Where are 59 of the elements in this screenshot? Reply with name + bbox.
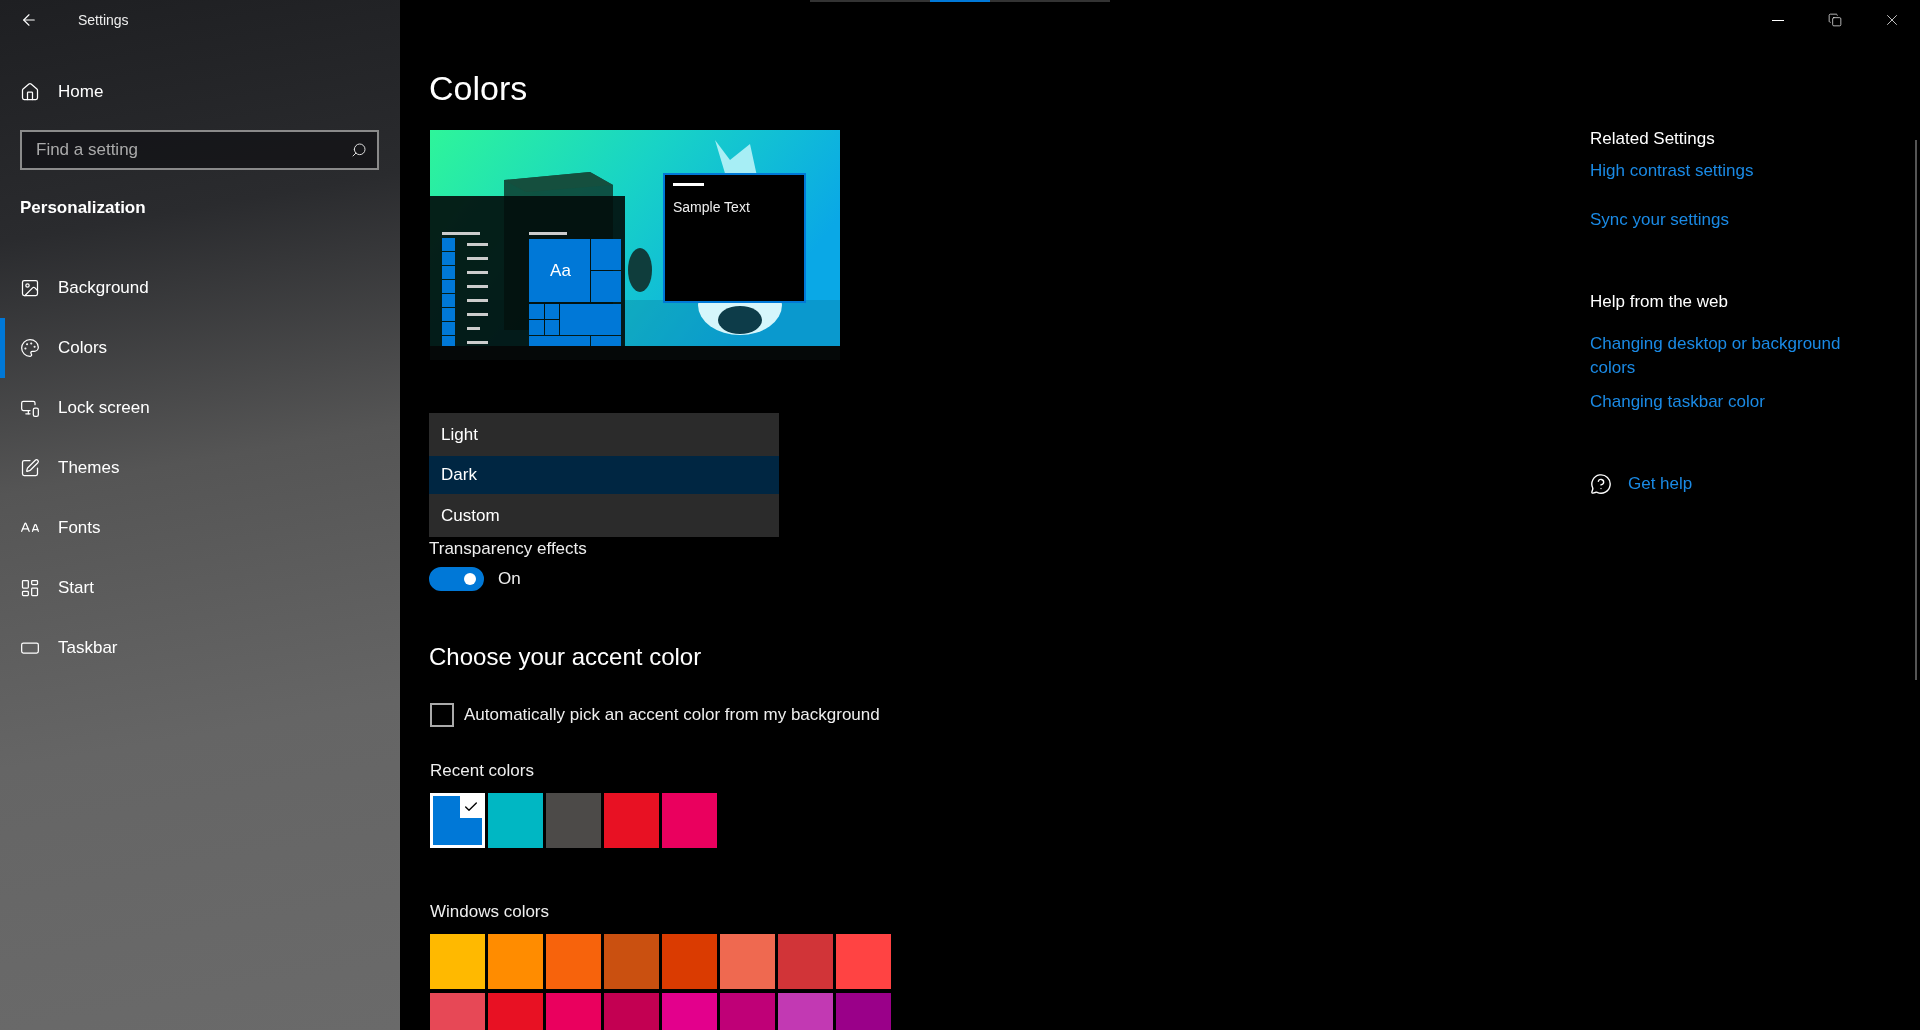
- color-swatch[interactable]: [546, 934, 601, 989]
- home-nav-item[interactable]: Home: [20, 82, 104, 102]
- color-swatch[interactable]: [836, 934, 891, 989]
- chat-bubble-icon: [1590, 473, 1612, 495]
- toggle-switch[interactable]: [429, 567, 484, 591]
- aside-heading: Related Settings: [1590, 129, 1715, 149]
- nav-item[interactable]: Fonts: [0, 498, 400, 558]
- section-title: Personalization: [20, 198, 147, 218]
- nav-item[interactable]: Background: [0, 258, 400, 318]
- settings-link[interactable]: Sync your settings: [1590, 208, 1729, 232]
- color-swatch[interactable]: [488, 934, 543, 989]
- menu-option[interactable]: Dark: [429, 456, 779, 494]
- minimize-icon: [1771, 19, 1784, 21]
- get-help-link[interactable]: Get help: [1628, 472, 1693, 496]
- color-swatch[interactable]: [488, 793, 543, 848]
- monitor-icon: [20, 398, 40, 418]
- help-link[interactable]: Changing desktop or background colors: [1590, 332, 1860, 380]
- swatch-group-label: Recent colors: [430, 761, 534, 781]
- checkbox[interactable]: [430, 703, 454, 727]
- title-line-icon: [673, 183, 704, 186]
- restore-icon: [1827, 13, 1842, 27]
- menu-option[interactable]: Light: [429, 413, 779, 456]
- sample-text: Sample Text: [673, 199, 750, 215]
- nav-item[interactable]: Start: [0, 558, 400, 618]
- back-button[interactable]: [20, 11, 38, 29]
- nav-item[interactable]: Colors: [0, 318, 400, 378]
- search-field[interactable]: Find a setting: [20, 130, 379, 170]
- scrollbar[interactable]: [1915, 140, 1917, 680]
- settings-link[interactable]: High contrast settings: [1590, 159, 1754, 183]
- color-swatch[interactable]: [546, 793, 601, 848]
- window-title: Settings: [78, 12, 129, 28]
- pen-square-icon: [20, 458, 40, 478]
- color-swatch[interactable]: [778, 934, 833, 989]
- tile-label: Aa: [549, 259, 572, 282]
- tiles-icon: [20, 578, 40, 598]
- picture-frame-icon: [20, 278, 40, 298]
- setting-label: Transparency effects: [429, 539, 587, 559]
- check-icon: [460, 796, 482, 818]
- color-swatch[interactable]: [604, 793, 659, 848]
- help-link[interactable]: Changing taskbar color: [1590, 390, 1765, 414]
- nav-item[interactable]: Lock screen: [0, 378, 400, 438]
- color-swatch[interactable]: [720, 934, 775, 989]
- menu-option[interactable]: Custom: [429, 494, 779, 537]
- section-heading: Choose your accent color: [429, 643, 702, 671]
- search-icon: [351, 142, 367, 158]
- toggle-state: On: [498, 569, 521, 589]
- color-swatch[interactable]: [662, 934, 717, 989]
- nav-item[interactable]: Taskbar: [0, 618, 400, 678]
- nav-item[interactable]: Themes: [0, 438, 400, 498]
- color-swatch[interactable]: [662, 793, 717, 848]
- palette-icon: [20, 338, 40, 358]
- checkbox-label: Automatically pick an accent color from my background: [464, 705, 880, 725]
- color-swatch[interactable]: [430, 793, 485, 848]
- home-icon: [20, 82, 40, 102]
- color-swatch[interactable]: [430, 934, 485, 989]
- aside-heading: Help from the web: [1590, 292, 1728, 312]
- swatch-group-label: Windows colors: [430, 902, 550, 922]
- page-title: Colors: [429, 68, 528, 109]
- color-swatch[interactable]: [604, 934, 659, 989]
